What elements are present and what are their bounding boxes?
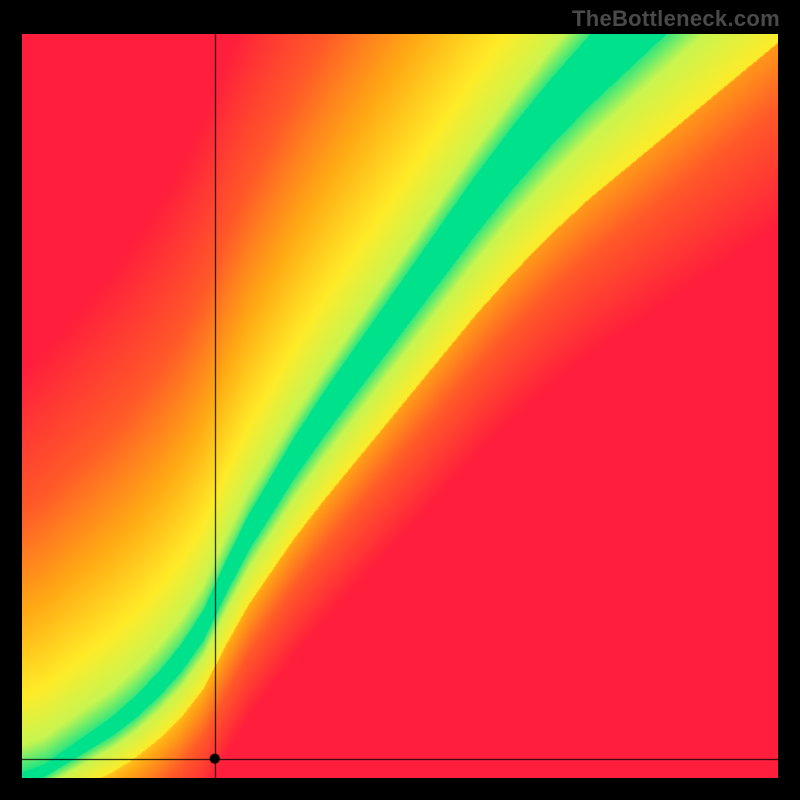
- heatmap-canvas: [22, 34, 778, 778]
- chart-frame: TheBottleneck.com: [0, 0, 800, 800]
- plot-area: [22, 34, 778, 778]
- watermark-text: TheBottleneck.com: [572, 6, 780, 32]
